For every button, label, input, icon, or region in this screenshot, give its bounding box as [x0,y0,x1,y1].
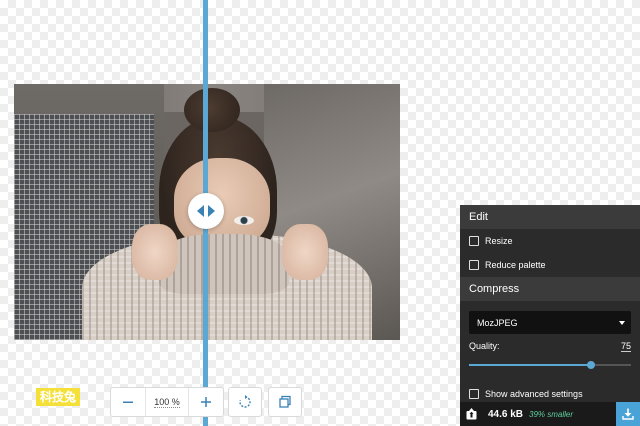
reduce-palette-label: Reduce palette [485,260,546,270]
reduce-palette-checkbox[interactable] [469,260,479,270]
size-savings: 39% smaller [529,409,574,419]
rotate-icon [239,395,251,408]
quality-value-input[interactable]: 75 [620,341,631,352]
background-toggle-button[interactable] [268,387,302,417]
quality-slider-fill [469,364,591,366]
photo-eye-right [234,216,254,225]
drag-arrows-icon [197,205,215,217]
divider-handle[interactable] [188,193,224,229]
zoom-in-button[interactable] [189,388,223,416]
watermark: 科技兔 [36,388,81,406]
result-footer: 44.6 kB 39% smaller [460,402,640,426]
zoom-level-value: 100 % [154,397,180,408]
settings-panel: Edit Resize Reduce palette Compress MozJ… [460,205,640,426]
minus-icon [123,401,133,403]
reduce-palette-option[interactable]: Reduce palette [460,253,640,277]
compression-method-value: MozJPEG [477,317,518,328]
quality-slider[interactable] [469,360,631,370]
upload-button[interactable] [460,402,482,426]
quality-label: Quality: [469,341,500,351]
quality-slider-thumb[interactable] [586,361,595,369]
resize-checkbox[interactable] [469,236,479,246]
zoom-level-field[interactable]: 100 % [145,388,189,416]
download-button[interactable] [616,402,640,426]
resize-label: Resize [485,236,513,246]
layers-icon [279,395,291,408]
photo-hair-bun [184,88,240,132]
edit-section-header: Edit [460,205,640,229]
rotate-button[interactable] [228,387,262,417]
zoom-controls: 100 % [110,387,224,417]
plus-icon [201,397,211,407]
chevron-down-icon [619,320,625,325]
compress-section-header: Compress [460,277,640,301]
zoom-out-button[interactable] [111,388,145,416]
file-size: 44.6 kB [488,408,524,420]
compression-method-select[interactable]: MozJPEG [469,311,631,334]
resize-option[interactable]: Resize [460,229,640,253]
quality-row: Quality: 75 [460,334,640,352]
photo-hand-right [282,224,328,280]
upload-icon [466,408,476,420]
download-icon [622,408,634,420]
photo-collar [159,234,289,294]
advanced-settings-checkbox[interactable] [469,389,479,399]
photo-hand-left [132,224,178,280]
advanced-settings-label: Show advanced settings [485,389,583,399]
